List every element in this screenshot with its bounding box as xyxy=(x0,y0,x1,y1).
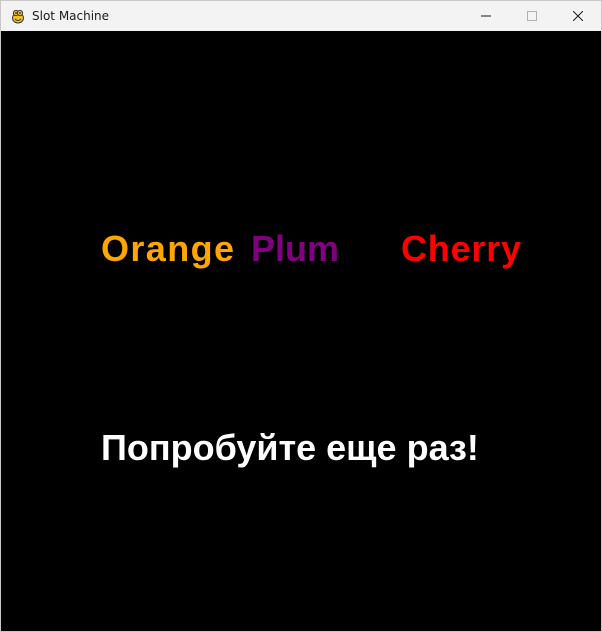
minimize-button[interactable] xyxy=(463,1,509,31)
maximize-icon xyxy=(527,11,537,21)
minimize-icon xyxy=(481,15,491,17)
window-controls xyxy=(463,1,601,31)
game-canvas[interactable]: Orange Plum Cherry Попробуйте еще раз! xyxy=(1,31,601,631)
maximize-button[interactable] xyxy=(509,1,555,31)
title-bar[interactable]: Slot Machine xyxy=(1,1,601,31)
reel-1-symbol: Orange xyxy=(101,228,236,269)
reel-3-symbol: Cherry xyxy=(401,228,522,269)
app-window: Slot Machine Orange Plum Cherry Попробуй… xyxy=(0,0,602,632)
close-button[interactable] xyxy=(555,1,601,31)
pygame-snake-icon xyxy=(10,8,26,24)
result-message: Попробуйте еще раз! xyxy=(101,427,479,468)
close-icon xyxy=(573,11,583,21)
reel-2-symbol: Plum xyxy=(251,228,340,269)
window-title: Slot Machine xyxy=(32,9,110,23)
